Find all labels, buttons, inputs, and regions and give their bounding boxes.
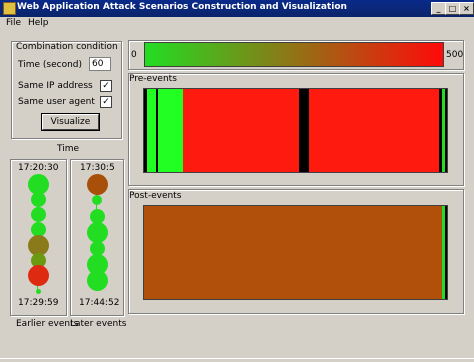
event-segment [298,89,310,172]
title-bar: Web Application Attack Scenarios Constru… [0,0,474,17]
event-dot[interactable] [86,173,108,195]
scale-min: 0 [131,50,137,60]
post-events-title: Post-events [129,191,182,201]
pre-events-bar [143,88,448,173]
event-segment [144,206,443,299]
post-events-bar [143,205,448,300]
later-events-caption: Later events [70,319,127,329]
menu-bar: File Help [0,17,474,31]
event-dot[interactable] [27,265,49,287]
visualize-button[interactable]: Visualize [42,114,99,130]
same-agent-label: Same user agent [18,97,95,107]
event-dot[interactable] [86,269,108,291]
same-ip-checkbox[interactable]: ✓ [100,80,112,92]
pre-events-title: Pre-events [129,74,177,84]
later-end-time: 17:44:52 [79,298,120,308]
earlier-events-caption: Earlier events [16,319,79,329]
event-segment [157,89,184,172]
menu-help[interactable]: Help [28,18,49,28]
earlier-start-time: 17:20:30 [18,163,59,173]
earlier-end-time: 17:29:59 [18,298,59,308]
later-start-time: 17:30:5 [80,163,115,173]
event-segment [183,89,299,172]
event-dot[interactable] [92,195,102,205]
check-icon: ✓ [102,81,110,91]
event-segment [444,89,447,172]
event-dot[interactable] [35,288,41,294]
event-dot[interactable] [30,207,46,223]
close-button[interactable]: × [459,2,474,15]
window-bottom-edge [0,358,474,362]
same-ip-label: Same IP address [18,81,93,91]
time-label: Time (second) [18,60,83,70]
time-input[interactable]: 60 [89,57,111,71]
menu-file[interactable]: File [6,18,21,28]
minimize-button[interactable]: _ [431,2,446,15]
combination-title: Combination condition [16,42,118,52]
event-dot[interactable] [30,191,46,207]
event-segment [309,89,440,172]
same-agent-checkbox[interactable]: ✓ [100,96,112,108]
time-section-title: Time [57,144,80,154]
app-icon [3,2,16,15]
maximize-button[interactable]: □ [445,2,460,15]
scale-max: 500 [446,50,464,60]
event-segment [147,89,157,172]
check-icon: ✓ [102,97,110,107]
event-segment [444,206,447,299]
color-scale-bar [144,42,444,67]
event-dot[interactable] [86,221,108,243]
window-title: Web Application Attack Scenarios Constru… [17,2,347,12]
